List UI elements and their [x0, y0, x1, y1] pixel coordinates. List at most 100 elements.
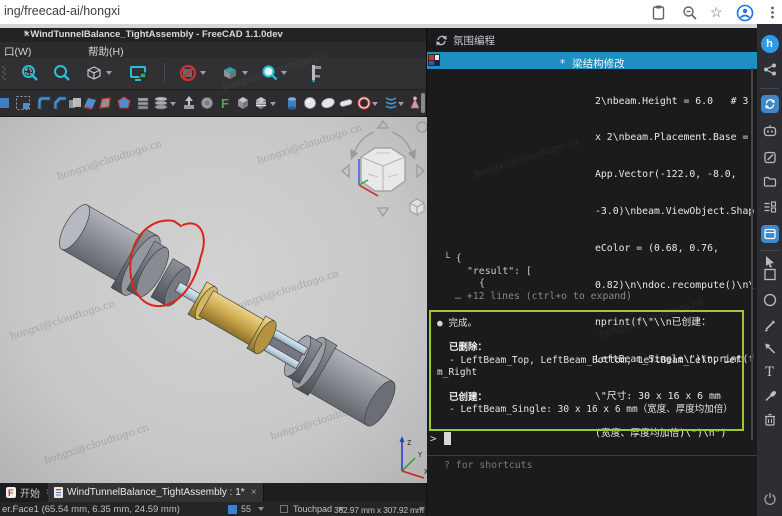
- bullet-icon: ●: [437, 318, 443, 329]
- rect-shape-icon[interactable]: [763, 268, 776, 281]
- cursor-icon[interactable]: [764, 255, 776, 268]
- zoom-selection-icon[interactable]: [260, 63, 280, 83]
- measure-icon[interactable]: [304, 63, 324, 83]
- menu-help[interactable]: 帮助(H): [88, 44, 124, 59]
- trash-icon[interactable]: [764, 413, 776, 426]
- terminal-panel: 氛围编程 * 梁结构修改 2\nbeam.Height = 6.0 # 3 x …: [427, 28, 757, 516]
- terminal-scrollbar[interactable]: [751, 68, 753, 440]
- tube-icon[interactable]: [355, 94, 372, 112]
- zoom-icon[interactable]: [52, 63, 72, 83]
- document-icon: [54, 487, 63, 498]
- star-icon[interactable]: ☆: [710, 4, 727, 21]
- sidebar-divider: [760, 250, 779, 251]
- zoom-box-icon[interactable]: [20, 63, 40, 83]
- ellipsoid-icon[interactable]: [319, 94, 336, 112]
- box-dropdown-caret[interactable]: [270, 102, 276, 106]
- prompt-symbol: >: [430, 432, 437, 445]
- clip-plane-dropdown-caret[interactable]: [200, 71, 206, 75]
- axonometric-cube-icon[interactable]: [84, 63, 104, 83]
- arrow-annotate-icon[interactable]: [763, 342, 776, 355]
- folder-icon[interactable]: [763, 176, 776, 187]
- clip-cube-dropdown-caret[interactable]: [242, 71, 248, 75]
- selection-box-icon[interactable]: [14, 94, 31, 112]
- loft-icon[interactable]: [115, 94, 132, 112]
- clip-plane-off-icon[interactable]: [178, 63, 198, 83]
- freecad-status-bar: er.Face1 (65.54 mm, 6.35 mm, 24.59 mm) 5…: [0, 502, 426, 516]
- picked-point-readout: er.Face1 (65.54 mm, 6.35 mm, 24.59 mm): [2, 504, 180, 515]
- tube-dropdown-caret[interactable]: [372, 102, 378, 106]
- helix-icon[interactable]: [382, 94, 399, 112]
- sphere-icon[interactable]: [301, 94, 318, 112]
- session-title: * 梁结构修改: [559, 58, 624, 70]
- sidebar-divider: [760, 88, 779, 89]
- shortcuts-hint: ? for shortcuts: [444, 460, 532, 471]
- freecad-logo-icon: F: [6, 487, 16, 498]
- transformed-box-icon[interactable]: [252, 94, 269, 112]
- nav-style-checkbox[interactable]: [280, 505, 288, 513]
- expand-hint[interactable]: … +12 lines (ctrl+o to expand): [427, 291, 757, 304]
- close-window-button[interactable]: ×: [24, 29, 421, 40]
- freecad-menu-bar: 口(W) 帮助(H): [0, 42, 426, 58]
- 3d-viewport[interactable]: hongxi@cloudtogo.cn hongxi@cloudtogo.cn …: [0, 117, 427, 483]
- session-title-bar[interactable]: * 梁结构修改: [427, 52, 757, 69]
- capture-window-icon[interactable]: [761, 225, 779, 243]
- extrude-icon[interactable]: [180, 94, 197, 112]
- fit-screen-icon[interactable]: [128, 63, 148, 83]
- power-icon[interactable]: [763, 492, 776, 505]
- svg-text:Z: Z: [407, 439, 411, 447]
- zoom-dropdown-caret[interactable]: [281, 71, 287, 75]
- edit-note-icon[interactable]: [763, 151, 776, 164]
- view-dimensions: 362.97 mm x 307.92 mm: [334, 505, 424, 515]
- text-tool-icon[interactable]: T: [765, 365, 774, 380]
- tools-sidebar: h T: [757, 24, 782, 516]
- profile-avatar-icon[interactable]: [736, 4, 753, 21]
- tab-close-button[interactable]: ×: [251, 487, 257, 498]
- clip-cube-icon[interactable]: [220, 63, 240, 83]
- box-icon[interactable]: [234, 94, 251, 112]
- dimensions-caret[interactable]: [419, 507, 425, 511]
- svg-text:F: F: [8, 488, 14, 498]
- menu-dots-icon[interactable]: [764, 4, 781, 21]
- freecad-title-bar: * WindTunnelBalance_TightAssembly - Free…: [0, 28, 426, 42]
- zoom-level-caret[interactable]: [258, 507, 264, 511]
- input-cursor[interactable]: [444, 432, 451, 445]
- freecad-window: * WindTunnelBalance_TightAssembly - Free…: [0, 28, 427, 516]
- view-toolbar: [0, 58, 426, 90]
- tab-label: 开始: [20, 485, 40, 500]
- zoom-icon[interactable]: [681, 4, 698, 21]
- toolbar-grip[interactable]: [1, 63, 7, 83]
- share-icon[interactable]: [763, 63, 776, 76]
- nav-cube-mini-cube: [410, 199, 424, 215]
- fillet-icon[interactable]: [35, 94, 52, 112]
- browser-tab-title: ing/freecad-ai/hongxi: [4, 4, 120, 18]
- ellipse-shape-icon[interactable]: [763, 293, 777, 307]
- clipboard-icon[interactable]: [650, 4, 667, 21]
- toolbar-scrollbar[interactable]: [421, 93, 425, 113]
- robot-icon[interactable]: [763, 124, 777, 137]
- console-window-icon: [428, 54, 440, 66]
- task-list-icon[interactable]: [763, 201, 776, 213]
- user-avatar[interactable]: h: [761, 35, 779, 53]
- helix-dropdown-caret[interactable]: [398, 102, 404, 106]
- menu-window[interactable]: 口(W): [4, 44, 31, 59]
- slice-icon[interactable]: [152, 94, 169, 112]
- cross-sections-icon[interactable]: [134, 94, 151, 112]
- zoom-swatch: [228, 505, 237, 514]
- nav-style-label[interactable]: Touchpad: [293, 504, 332, 514]
- pen-icon[interactable]: [763, 319, 776, 332]
- tab-assembly[interactable]: WindTunnelBalance_TightAssembly : 1* ×: [48, 483, 264, 502]
- slice-dropdown-caret[interactable]: [170, 102, 176, 106]
- vibe-coding-icon[interactable]: [761, 95, 779, 113]
- navigation-cube[interactable]: [338, 119, 428, 219]
- face-icon[interactable]: [96, 94, 113, 112]
- eyedropper-icon[interactable]: [763, 390, 776, 403]
- axonometric-dropdown-caret[interactable]: [106, 71, 112, 75]
- browser-bar: ing/freecad-ai/hongxi ☆: [0, 0, 782, 24]
- offset-icon[interactable]: [198, 94, 215, 112]
- cylinder-icon[interactable]: [283, 94, 300, 112]
- capsule-icon[interactable]: [337, 94, 354, 112]
- watermark: hongxi@cloudtogo.cn: [473, 136, 580, 180]
- shapestring-icon[interactable]: F: [216, 94, 233, 112]
- zoom-level: 55: [241, 504, 251, 514]
- cut-icon[interactable]: [0, 94, 10, 112]
